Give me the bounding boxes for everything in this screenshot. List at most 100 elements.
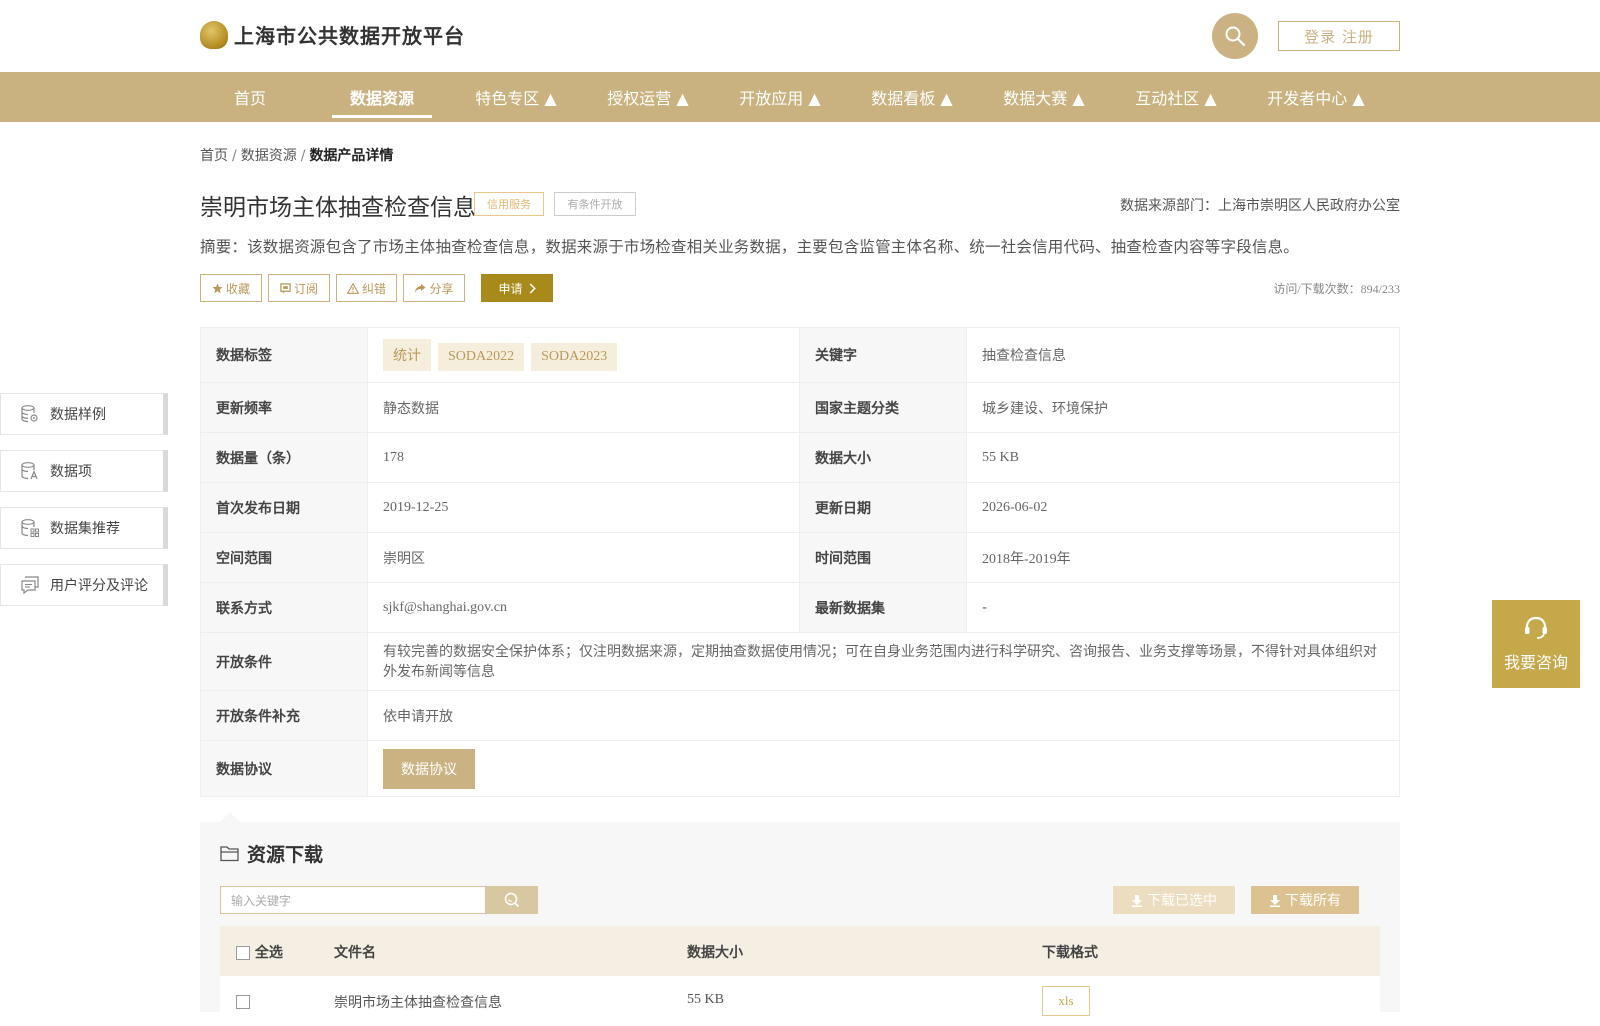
contact-label: 联系方式 [200, 582, 368, 633]
info-row: 更新频率 静态数据 国家主题分类 城乡建设、环境保护 [200, 382, 1400, 433]
info-row: 联系方式 sjkf@shanghai.gov.cn 最新数据集 - [200, 582, 1400, 633]
update-date-value: 2026-06-02 [966, 482, 1400, 533]
select-all-checkbox[interactable]: 全选 [236, 942, 283, 962]
contact-value: sjkf@shanghai.gov.cn [367, 582, 800, 633]
login-register-button[interactable]: 登录 注册 [1278, 21, 1400, 51]
download-search-button[interactable] [486, 886, 538, 914]
download-search-input[interactable]: 输入关键字 [220, 886, 486, 914]
breadcrumb-current: 数据产品详情 [309, 148, 394, 164]
side-tab-dataset-recommend[interactable]: 数据集推荐 [0, 507, 168, 549]
share-button[interactable]: 分享 [403, 274, 465, 302]
nav-special-zone[interactable]: 特色专区 ▲ [466, 72, 566, 122]
info-row: 数据标签 统计 SODA2022 SODA2023 关键字 抽查检查信息 [200, 327, 1400, 383]
nav-authorized-ops[interactable]: 授权运营 ▲ [598, 72, 698, 122]
resource-download-section: 资源下载 输入关键字 下载已选中 下载所有 全选 文件名 数据大小 下载格式 崇… [200, 822, 1400, 1026]
consult-button[interactable]: 我要咨询 [1492, 600, 1580, 688]
correct-error-button[interactable]: 纠错 [336, 274, 397, 302]
time-range-value: 2018年-2019年 [966, 532, 1400, 583]
download-selected-button[interactable]: 下载已选中 [1113, 886, 1235, 914]
database-grid-icon [20, 518, 40, 538]
visit-download-count: 访问/下载次数：894/233 [1273, 282, 1400, 296]
info-row: 首次发布日期 2019-12-25 更新日期 2026-06-02 [200, 482, 1400, 533]
database-text-icon [20, 461, 40, 481]
nav-active-indicator [332, 115, 432, 118]
side-tab-ratings-comments[interactable]: 用户评分及评论 [0, 564, 168, 606]
record-count-value: 178 [367, 432, 800, 483]
dataset-title: 崇明市场主体抽查检查信息 [200, 195, 476, 221]
dataset-summary: 摘要：该数据资源包含了市场主体抽查检查信息，数据来源于市场检查相关业务数据，主要… [200, 238, 1300, 256]
checkbox[interactable] [236, 946, 250, 960]
format-xls-button[interactable]: xls [1042, 986, 1090, 1016]
subscribe-button[interactable]: 订阅 [268, 274, 330, 302]
site-header: 上海市公共数据开放平台 登录 注册 [0, 0, 1600, 72]
update-date-label: 更新日期 [799, 482, 967, 533]
tags-value: 统计 SODA2022 SODA2023 [367, 327, 800, 383]
latest-dataset-value[interactable]: - [966, 582, 1400, 633]
nav-community[interactable]: 互动社区 ▲ [1126, 72, 1226, 122]
tag-conditional-open: 有条件开放 [554, 192, 636, 216]
main-nav: 首页 数据资源 特色专区 ▲ 授权运营 ▲ 开放应用 ▲ 数据看板 ▲ 数据大赛… [0, 72, 1600, 122]
nav-data-resources[interactable]: 数据资源 [332, 72, 432, 122]
spatial-range-label: 空间范围 [200, 532, 368, 583]
comment-icon [20, 575, 40, 595]
update-frequency-value: 静态数据 [367, 382, 800, 433]
national-theme-label: 国家主题分类 [799, 382, 967, 433]
search-icon [1225, 26, 1246, 47]
breadcrumb-data-resources[interactable]: 数据资源 [241, 148, 297, 164]
headset-icon [1525, 616, 1547, 639]
favorite-button[interactable]: 收藏 [200, 274, 262, 302]
nav-data-contest[interactable]: 数据大赛 ▲ [994, 72, 1094, 122]
info-row: 开放条件补充 依申请开放 [200, 690, 1400, 741]
consult-label: 我要咨询 [1503, 653, 1568, 672]
tag-chip[interactable]: 统计 [383, 339, 431, 371]
side-tab-data-sample[interactable]: 数据样例 [0, 393, 168, 435]
source-department: 数据来源部门：上海市崇明区人民政府办公室 [1120, 199, 1400, 214]
site-logo[interactable]: 上海市公共数据开放平台 [200, 20, 465, 49]
nav-open-apps[interactable]: 开放应用 ▲ [730, 72, 830, 122]
subscribe-icon [280, 282, 291, 294]
download-icon [1270, 894, 1280, 907]
side-tab-data-items[interactable]: 数据项 [0, 450, 168, 492]
logo-emblem-icon [200, 20, 228, 49]
keyword-label: 关键字 [799, 327, 967, 383]
data-size-label: 数据大小 [799, 432, 967, 483]
first-publish-value: 2019-12-25 [367, 482, 800, 533]
col-download-format: 下载格式 [1042, 945, 1098, 961]
first-publish-label: 首次发布日期 [200, 482, 368, 533]
download-all-button[interactable]: 下载所有 [1251, 886, 1359, 914]
row-filename: 崇明市场主体抽查检查信息 [334, 995, 502, 1011]
nav-developer-center[interactable]: 开发者中心 ▲ [1256, 72, 1376, 122]
warning-icon [346, 282, 359, 294]
section-notch [220, 812, 240, 822]
tag-credit-service: 信用服务 [474, 192, 544, 216]
info-row: 空间范围 崇明区 时间范围 2018年-2019年 [200, 532, 1400, 583]
latest-dataset-label: 最新数据集 [799, 582, 967, 633]
table-row: 崇明市场主体抽查检查信息 55 KB xls [220, 976, 1380, 1026]
keyword-value: 抽查检查信息 [966, 327, 1400, 383]
nav-home[interactable]: 首页 [220, 72, 280, 122]
tags-label: 数据标签 [200, 327, 368, 383]
record-count-label: 数据量（条） [200, 432, 368, 483]
download-section-title: 资源下载 [220, 840, 323, 867]
open-condition-label: 开放条件 [200, 632, 368, 691]
apply-button[interactable]: 申请 [481, 274, 553, 302]
nav-data-dashboard[interactable]: 数据看板 ▲ [862, 72, 962, 122]
national-theme-value: 城乡建设、环境保护 [966, 382, 1400, 433]
update-frequency-label: 更新频率 [200, 382, 368, 433]
download-table-header: 全选 文件名 数据大小 下载格式 [220, 926, 1380, 976]
open-condition-extra-label: 开放条件补充 [200, 690, 368, 741]
header-search-button[interactable] [1212, 13, 1258, 59]
info-row: 数据量（条） 178 数据大小 55 KB [200, 432, 1400, 483]
spatial-range-value: 崇明区 [367, 532, 800, 583]
row-size: 55 KB [687, 992, 724, 1007]
dataset-info-table: 数据标签 统计 SODA2022 SODA2023 关键字 抽查检查信息 更新频率 … [200, 327, 1400, 797]
tag-chip[interactable]: SODA2022 [438, 343, 525, 371]
open-condition-extra-value: 依申请开放 [367, 690, 1400, 741]
breadcrumb-home[interactable]: 首页 [200, 148, 228, 164]
tag-chip[interactable]: SODA2023 [531, 343, 618, 371]
checkbox[interactable] [236, 995, 250, 1009]
search-icon [504, 892, 520, 908]
chevron-right-icon [529, 282, 536, 294]
row-checkbox[interactable] [236, 994, 250, 1010]
data-protocol-button[interactable]: 数据协议 [383, 748, 475, 789]
